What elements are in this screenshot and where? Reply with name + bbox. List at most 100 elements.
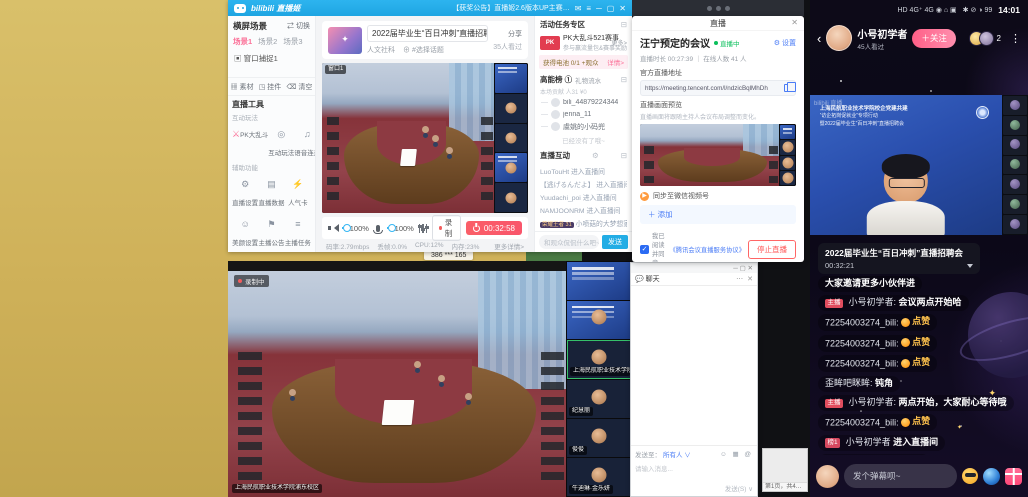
record-button[interactable]: 录制 (432, 215, 461, 241)
tool-button[interactable]: ☺美颜设置 (232, 214, 258, 250)
more-details-link[interactable]: 更多详情> (494, 241, 524, 251)
chat-input[interactable]: 请输入消息... (635, 463, 753, 473)
scene-tab[interactable]: 场景3 (283, 36, 302, 47)
gift-icon[interactable] (1005, 468, 1022, 485)
slide-text: 上海民航职业技术学院校企党建共建 “访企拓岗促就业”专项行动 暨2022届毕业生… (820, 105, 958, 128)
copy-icon[interactable] (784, 84, 791, 92)
tool-button[interactable]: ⚑主播公告 (258, 214, 284, 250)
bitrate-stat: 码率:2.79mbps (326, 241, 369, 251)
scene-tab[interactable]: 场景2 (258, 36, 277, 47)
danmaku-chat-list[interactable]: 大家邀请更多小伙伴进 主播 小号初学者: 会议两点开始哈 (818, 276, 1024, 455)
kebab-menu-icon[interactable]: ⋮ (1010, 32, 1021, 45)
participant-tile[interactable]: 牛迪琳·金乐妍 (567, 458, 631, 496)
collapse-icon[interactable]: ⊟ (621, 151, 627, 160)
speaker-icon[interactable] (328, 224, 337, 233)
scene-action-button[interactable]: ◳ 挂件 (259, 82, 282, 92)
danmaku-input-row: 和观众侃侃什么吧~ 发送 (535, 231, 632, 252)
follow-button[interactable]: ＋关注 (912, 29, 956, 48)
mail-icon[interactable]: ✉ (575, 4, 582, 13)
scene-action-button[interactable]: ▦ 素材 (231, 82, 254, 92)
my-avatar[interactable] (816, 465, 839, 488)
participant-tile[interactable]: 纪慧丽 (567, 380, 631, 418)
send-to-select[interactable]: 所有人 ∨ (663, 449, 691, 459)
topic-tag[interactable]: ⊕ #选择话题 (403, 45, 444, 55)
tool-button[interactable]: ⚔PK大乱斗 (232, 124, 268, 160)
pk-event-banner[interactable]: PK PK大乱斗521赛事 参与赢流量包&赛事奖励 更多> (535, 32, 632, 53)
scene-tab[interactable]: 场景1 (233, 36, 252, 47)
chat-message: 主播 小号初学者: 两点开始，大家耐心等待哦 (818, 395, 1024, 411)
speaker-volume-slider[interactable] (342, 227, 345, 229)
room-info-card[interactable]: 2022届毕业生“百日冲刺”直播招聘会 00:32:21 (818, 243, 980, 274)
mic-volume-slider[interactable] (387, 227, 390, 229)
back-icon[interactable]: ‹ (817, 31, 821, 46)
stream-preview-canvas[interactable]: 窗口1 (322, 63, 528, 213)
tools-title: 直播工具 (232, 99, 311, 110)
category-tag[interactable]: 人文社科 (367, 45, 395, 55)
thumb-icon (901, 318, 910, 327)
participant-tile-active[interactable]: 上海民航职业技术学院 (567, 340, 631, 380)
stop-stream-button[interactable]: 00:32:58 (466, 221, 522, 235)
gift-flow-label[interactable]: 礼物流水 (575, 75, 601, 85)
collapse-icon[interactable]: ⊟ (621, 75, 627, 84)
live-url[interactable]: https://meeting.tencent.com/l/ndzicBqlMh… (645, 85, 781, 92)
host-badge: 主播 (825, 299, 843, 308)
menu-icon[interactable]: ≡ (586, 4, 591, 13)
livehime-main: 2022届毕业生“百日冲刺”直播招聘会 人文社科 ⊕ #选择话题 分享 35人看… (316, 16, 534, 252)
agree-text: 我已阅读并同意 (652, 231, 666, 262)
chevron-down-icon[interactable] (967, 264, 973, 268)
tool-button[interactable]: ⚙直播设置 (232, 174, 258, 210)
participant-tile[interactable] (567, 262, 631, 300)
chat-titlebar: 💬 聊天 ⋯✕ (631, 273, 757, 286)
participant-avatar (592, 350, 607, 365)
add-button[interactable]: ＋ 添加 (640, 205, 796, 224)
participant-tile[interactable]: 俊俊 (567, 419, 631, 457)
microphone-icon[interactable] (376, 225, 380, 232)
online-viewers[interactable]: 2 (969, 31, 1005, 46)
room-title-input[interactable]: 2022届毕业生“百日冲刺”直播招聘会 (367, 25, 488, 42)
chat-message: 歪眸吧眯眸: 钝角 (818, 376, 1024, 392)
collapse-icon[interactable]: ⊟ (621, 20, 627, 29)
danmaku-input[interactable]: 发个弹幕呗~ (844, 464, 957, 488)
document-window: 第1页，共4… (762, 448, 808, 492)
scene-action-button[interactable]: ⌫ 清空 (287, 82, 313, 92)
tool-button[interactable]: ♫语音连麦 (294, 124, 316, 160)
chat-send-button[interactable]: 发送(S) ∨ (635, 483, 753, 493)
close-button[interactable]: ✕ (619, 4, 626, 13)
dialog-close-icon[interactable]: ✕ (791, 18, 798, 27)
banner-more-link[interactable]: 更多> (611, 38, 627, 47)
tool-button[interactable]: ⚡人气卡 (285, 174, 311, 210)
battery-detail-link[interactable]: 详情> (607, 57, 624, 67)
send-button[interactable]: 发送 (602, 235, 628, 249)
settings-link[interactable]: ⚙ 设置 (774, 38, 796, 48)
danmaku-input[interactable]: 和观众侃侃什么吧~ (539, 235, 599, 249)
chat-more-icon[interactable]: ⋯ (736, 275, 743, 283)
minimize-button[interactable]: ─ (596, 4, 602, 13)
tool-button[interactable]: ≡主播任务 (285, 214, 311, 250)
scene-switch-button[interactable]: ⇄ 切换 (287, 21, 310, 31)
chat-close-icon[interactable]: ✕ (747, 275, 753, 283)
stop-live-button[interactable]: 停止直播 (748, 240, 796, 259)
agreement-link[interactable]: 《腾讯会议直播服务协议》 (669, 245, 745, 254)
streamer-avatar[interactable] (826, 25, 852, 51)
announcement-marquee[interactable]: 【获奖公告】直播姬2.6版本UP主赛… (452, 3, 569, 13)
meeting-id-toolbar[interactable]: 386 *** 165 (424, 251, 473, 260)
participant-tile[interactable] (567, 301, 631, 339)
live-video-player[interactable]: bilibili 直播 上海民航职业技术学院校企党建共建 “访企拓岗促就业”专项… (810, 95, 1028, 235)
agree-checkbox[interactable] (640, 245, 649, 254)
interactive-orb-icon[interactable] (983, 468, 1000, 485)
window-controls[interactable]: ─ ▢ ✕ (631, 263, 757, 273)
maximize-button[interactable]: ▢ (607, 4, 615, 13)
tool-button[interactable]: ◎互动玩法 (268, 124, 294, 160)
room-cover-image[interactable] (328, 27, 362, 54)
tool-button[interactable]: ▤直播数据 (258, 174, 284, 210)
meeting-main-video[interactable]: 录制中 上海民航职业技术学院浦东校区 (228, 261, 566, 497)
compose-icons[interactable]: ☺ ▦ @ (720, 450, 753, 458)
share-button[interactable]: 分享 (493, 29, 522, 39)
emoji-icon[interactable] (962, 468, 978, 484)
chat-message-area[interactable] (631, 286, 757, 445)
mixer-icon[interactable] (419, 224, 428, 233)
gear-icon[interactable]: ⚙ (592, 151, 599, 160)
chat-message: 72254003274_bili: 点赞 (818, 414, 1024, 431)
source-item-window-capture[interactable]: ▣ 窗口捕捉1 (228, 49, 315, 68)
danmaku-input-bar: 发个弹幕呗~ (816, 462, 1022, 490)
